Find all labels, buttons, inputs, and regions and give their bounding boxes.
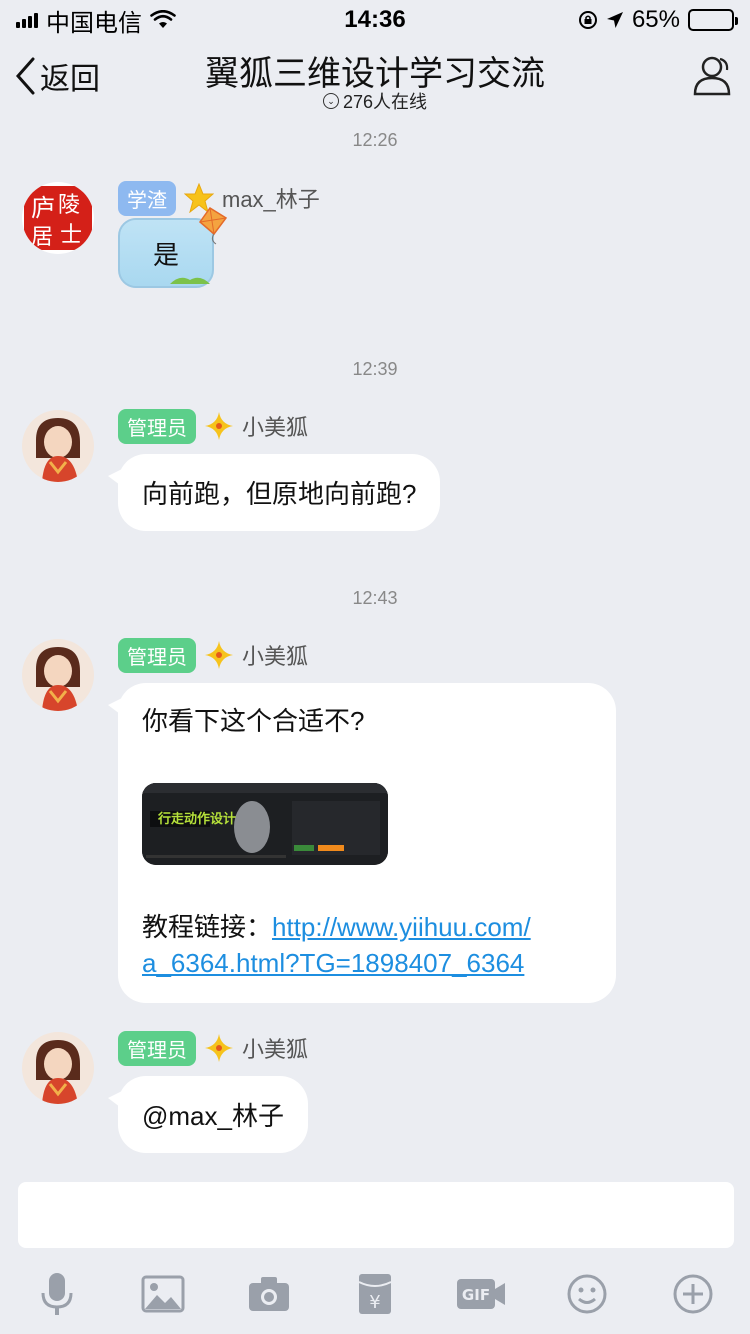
avatar[interactable] (22, 639, 94, 711)
input-toolbar: ¥ GIF (0, 1262, 750, 1326)
battery-icon (688, 9, 738, 31)
carrier: 中国电信 (46, 9, 142, 37)
timestamp: 12:26 (352, 130, 398, 150)
avatar[interactable]: 庐 陵 居 士 (22, 182, 94, 254)
sparkle-icon (205, 1034, 233, 1062)
svg-text:士: 士 (60, 223, 82, 248)
gif-icon: GIF (457, 1279, 505, 1309)
role-badge: 管理员 (118, 408, 196, 444)
gif-button[interactable]: GIF (449, 1262, 513, 1326)
user-icon (693, 56, 731, 96)
sender-name: 小美狐 (242, 644, 309, 669)
voice-button[interactable] (25, 1262, 89, 1326)
photo-button[interactable] (131, 1262, 195, 1326)
timestamp: 12:39 (352, 359, 398, 379)
svg-text:庐: 庐 (31, 194, 55, 222)
avatar[interactable] (22, 1032, 94, 1104)
svg-text:¥: ¥ (369, 1292, 380, 1313)
more-button[interactable] (661, 1262, 725, 1326)
chat-area[interactable]: 12:26 庐 陵 居 士 学渣 max_林子 是 12:39 管理员 小美狐 … (0, 116, 750, 1164)
red-packet-icon: ¥ (358, 1274, 392, 1314)
rotation-lock-icon (578, 11, 597, 29)
sparkle-icon (205, 641, 233, 669)
message-meta: 管理员 小美狐 (118, 408, 309, 444)
message-bubble[interactable]: 向前跑，但原地向前跑? (107, 454, 441, 531)
sticker-text: 是 (152, 239, 179, 270)
role-badge: 管理员 (118, 1030, 196, 1066)
emoji-icon (567, 1274, 607, 1314)
wifi-icon (150, 10, 176, 28)
location-icon (606, 12, 623, 28)
camera-icon (249, 1277, 289, 1311)
timestamp: 12:43 (352, 588, 398, 608)
message-meta: 管理员 小美狐 (118, 637, 309, 673)
chevron-down-icon: ⌄ (322, 93, 339, 109)
link-line-1: 教程链接：http://www.yiihuu.com/ (142, 909, 592, 945)
avatar[interactable] (22, 410, 94, 482)
grass-icon (170, 277, 210, 284)
sender-name: max_林子 (222, 187, 320, 212)
message-text: 向前跑，但原地向前跑? (142, 479, 417, 509)
svg-text:居: 居 (31, 225, 53, 250)
sender-name: 小美狐 (242, 415, 309, 440)
battery-percent: 65% (631, 6, 680, 33)
link-prefix: 教程链接： (142, 912, 273, 942)
tutorial-link[interactable]: http://www.yiihuu.com/ (272, 912, 531, 942)
message-bubble[interactable]: 你看下这个合适不? 行走动作设计 教程链接：http://www.yiihuu.… (108, 683, 616, 1003)
online-count-label: 276人在线 (342, 92, 428, 112)
plus-icon (673, 1274, 713, 1314)
message-input[interactable] (18, 1182, 734, 1248)
sticker-bubble[interactable]: 是 (118, 206, 228, 288)
message-bubble[interactable]: @max_林子 (108, 1076, 308, 1153)
svg-text:GIF: GIF (462, 1286, 490, 1304)
message-meta: 管理员 小美狐 (118, 1030, 309, 1066)
sender-name: 小美狐 (242, 1037, 309, 1062)
signal-icon (16, 12, 38, 28)
mic-icon (41, 1273, 73, 1315)
tutorial-link-cont[interactable]: a_6364.html?TG=1898407_6364 (142, 948, 524, 978)
link-line-2: a_6364.html?TG=1898407_6364 (142, 945, 592, 981)
group-members-button[interactable] (690, 52, 736, 103)
message-text: @max_林子 (142, 1101, 284, 1131)
online-count[interactable]: ⌄ 276人在线 (0, 88, 750, 114)
link-preview-image[interactable]: 行走动作设计 (142, 783, 388, 865)
status-bar: 中国电信 14:36 65% (0, 0, 750, 40)
role-badge: 管理员 (118, 637, 196, 673)
preview-title: 行走动作设计 (158, 811, 237, 826)
message-text: 你看下这个合适不? (142, 706, 365, 736)
sparkle-icon (205, 412, 233, 440)
red-packet-button[interactable]: ¥ (343, 1262, 407, 1326)
nav-bar: 返回 翼狐三维设计学习交流 ⌄ 276人在线 (0, 40, 750, 116)
svg-text:陵: 陵 (58, 193, 80, 218)
image-icon (141, 1275, 185, 1313)
emoji-button[interactable] (555, 1262, 619, 1326)
rank-badge: 学渣 (118, 180, 176, 216)
kite-icon (198, 206, 228, 245)
camera-button[interactable] (237, 1262, 301, 1326)
